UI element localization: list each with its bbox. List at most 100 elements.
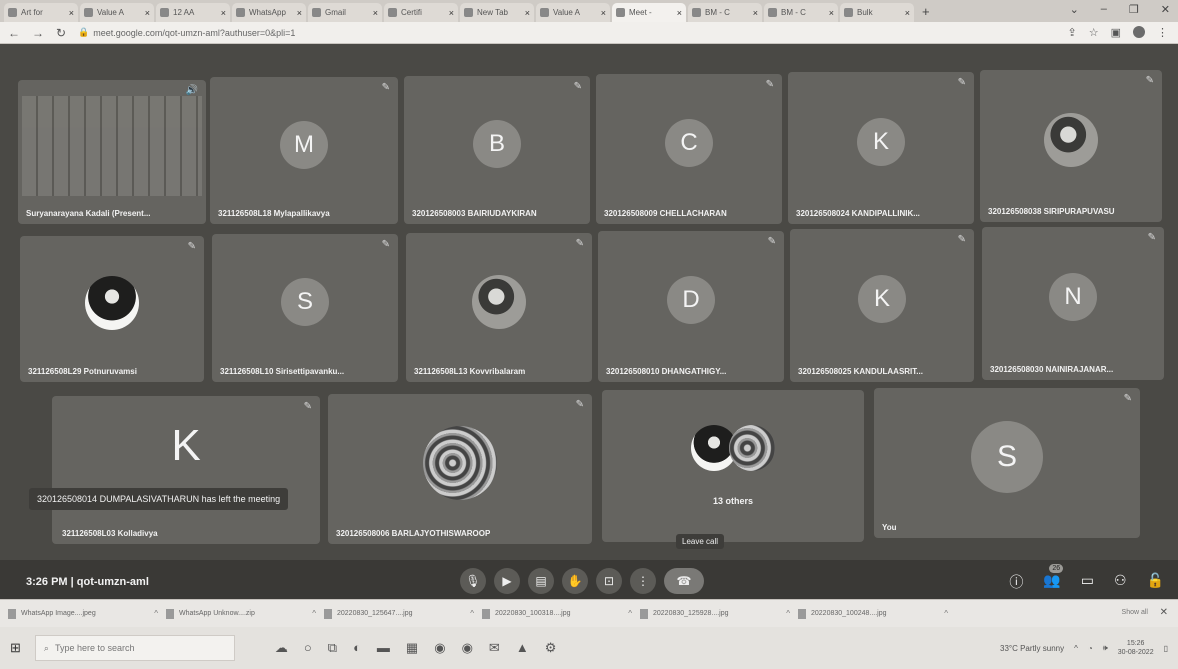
leave-call-button[interactable]: ☎ <box>664 568 704 594</box>
browser-tab[interactable]: WhatsApp × <box>232 3 306 22</box>
cortana-icon[interactable]: ○ <box>304 640 312 656</box>
participant-tile[interactable]: ✎ N 320126508030 NAINIRAJANAR... <box>982 227 1164 380</box>
chevron-up-icon[interactable]: ^ <box>786 609 790 618</box>
share-icon[interactable]: ⇪ <box>1068 26 1077 39</box>
others-tile[interactable]: 13 others <box>602 390 864 542</box>
close-icon[interactable]: × <box>905 8 910 18</box>
chevron-up-icon[interactable]: ^ <box>1074 644 1078 653</box>
lock-icon[interactable]: 🔒 <box>78 27 89 38</box>
raise-hand-button[interactable]: ✋ <box>562 568 588 594</box>
people-button[interactable]: 26 👥 <box>1043 564 1064 592</box>
show-all-downloads[interactable]: Show all <box>1122 609 1148 616</box>
participant-tile[interactable]: ✎ M 321126508L18 Mylapallikavya <box>210 77 398 224</box>
participant-tile[interactable]: ✎ K 320126508025 KANDULAASRIT... <box>790 229 974 382</box>
close-icon[interactable]: × <box>69 8 74 18</box>
chrome-icon[interactable]: ◉ <box>434 640 445 656</box>
browser-tab[interactable]: Certifi × <box>384 3 458 22</box>
captions-button[interactable]: ▤ <box>528 568 554 594</box>
participant-tile[interactable]: ✎ S 321126508L10 Sirisettipavanku... <box>212 234 398 382</box>
download-item[interactable]: 20220830_100318....jpg ^ <box>482 608 632 619</box>
windows-start-icon[interactable]: ⊞ <box>10 640 21 656</box>
presenter-tile[interactable]: 🔊 Suryanarayana Kadali (Present... <box>18 80 206 224</box>
url-field[interactable]: meet.google.com/qot-umzn-aml?authuser=0&… <box>93 28 295 38</box>
chevron-up-icon[interactable]: ^ <box>470 609 474 618</box>
kebab-menu-icon[interactable]: ⋮ <box>1157 26 1168 39</box>
network-icon[interactable]: ◔ <box>1088 644 1093 653</box>
edge-icon[interactable]: ◐ <box>353 640 361 656</box>
participant-tile[interactable]: ✎ D 320126508010 DHANGATHIGY... <box>598 231 784 382</box>
close-icon[interactable]: × <box>297 8 302 18</box>
reload-icon[interactable]: ↻ <box>56 26 66 40</box>
notification-icon[interactable]: ▯ <box>1164 644 1168 653</box>
close-icon[interactable]: × <box>753 8 758 18</box>
download-item[interactable]: WhatsApp Unknow....zip ^ <box>166 608 316 619</box>
forward-icon[interactable]: → <box>32 26 44 40</box>
widgets-icon[interactable]: ☁ <box>275 640 288 656</box>
browser-tab-active[interactable]: Meet - × <box>612 3 686 22</box>
browser-tab[interactable]: Value A × <box>80 3 154 22</box>
participant-tile[interactable]: ✎ 321126508L13 Kovvribalaram <box>406 233 592 382</box>
close-icon[interactable]: ✕ <box>1160 607 1168 618</box>
participant-tile[interactable]: ✎ 321126508L29 Potnuruvamsi <box>20 236 204 382</box>
close-window-icon[interactable]: ✕ <box>1161 3 1170 16</box>
mail-icon[interactable]: ✉ <box>489 640 500 656</box>
info-icon[interactable]: ⓘ <box>1009 572 1023 592</box>
camera-button[interactable]: ▶ <box>494 568 520 594</box>
tab-search-icon[interactable]: ⌄ <box>1070 3 1079 16</box>
activities-icon[interactable]: ⚇ <box>1114 572 1127 592</box>
browser-tab[interactable]: Value A × <box>536 3 610 22</box>
close-icon[interactable]: × <box>449 8 454 18</box>
download-item[interactable]: 20220830_125647....jpg ^ <box>324 608 474 619</box>
chat-icon[interactable]: ▭ <box>1081 572 1094 592</box>
weather-widget[interactable]: 33°C Partly sunny <box>1000 644 1064 653</box>
back-icon[interactable]: ← <box>8 26 20 40</box>
maximize-icon[interactable]: ❐ <box>1129 3 1139 16</box>
self-tile[interactable]: ✎ S You <box>874 388 1140 538</box>
volume-icon[interactable]: 🕪 <box>1103 643 1108 653</box>
chrome-icon[interactable]: ◉ <box>462 640 473 656</box>
chevron-up-icon[interactable]: ^ <box>944 609 948 618</box>
close-icon[interactable]: × <box>525 8 530 18</box>
browser-tab[interactable]: New Tab × <box>460 3 534 22</box>
download-item[interactable]: WhatsApp Image....jpeg ^ <box>8 608 158 619</box>
chevron-up-icon[interactable]: ^ <box>154 609 158 618</box>
participant-tile[interactable]: ✎ K 321126508L03 Kolladivya <box>52 396 320 544</box>
participant-tile[interactable]: ✎ 320126508006 BARLAJYOTHISWAROOP <box>328 394 592 544</box>
browser-tab[interactable]: BM - C × <box>688 3 762 22</box>
close-icon[interactable]: × <box>373 8 378 18</box>
bookmark-star-icon[interactable]: ☆ <box>1089 26 1099 39</box>
taskbar-clock[interactable]: 15:26 30-08-2022 <box>1118 639 1154 657</box>
taskbar-search[interactable]: ⌕ Type here to search <box>34 635 235 661</box>
task-view-icon[interactable]: ⧉ <box>328 640 337 656</box>
browser-tab[interactable]: Bulk × <box>840 3 914 22</box>
close-icon[interactable]: × <box>829 8 834 18</box>
participant-tile[interactable]: ✎ K 320126508024 KANDIPALLINIK... <box>788 72 974 224</box>
close-icon[interactable]: × <box>601 8 606 18</box>
browser-tab[interactable]: BM - C × <box>764 3 838 22</box>
chevron-up-icon[interactable]: ^ <box>312 609 316 618</box>
participant-tile[interactable]: ✎ 320126508038 SIRIPURAPUVASU <box>980 70 1162 222</box>
more-options-button[interactable]: ⋮ <box>630 568 656 594</box>
close-icon[interactable]: × <box>221 8 226 18</box>
chevron-up-icon[interactable]: ^ <box>628 609 632 618</box>
close-icon[interactable]: × <box>145 8 150 18</box>
present-button[interactable]: ⊡ <box>596 568 622 594</box>
host-controls-icon[interactable]: 🔓 <box>1147 572 1164 592</box>
minimize-icon[interactable]: – <box>1101 3 1107 16</box>
store-icon[interactable]: ▦ <box>406 640 418 656</box>
photos-icon[interactable]: ▲ <box>516 640 529 656</box>
browser-tab[interactable]: Art for × <box>4 3 78 22</box>
browser-tab[interactable]: Gmail × <box>308 3 382 22</box>
browser-tab[interactable]: 12 AA × <box>156 3 230 22</box>
profile-avatar[interactable] <box>1133 26 1145 38</box>
close-icon[interactable]: × <box>677 8 682 18</box>
participant-tile[interactable]: ✎ C 320126508009 CHELLACHARAN <box>596 74 782 224</box>
download-item[interactable]: 20220830_125928....jpg ^ <box>640 608 790 619</box>
side-panel-icon[interactable]: ▣ <box>1111 26 1121 39</box>
file-explorer-icon[interactable]: ▬ <box>377 640 390 656</box>
download-item[interactable]: 20220830_100248....jpg ^ <box>798 608 948 619</box>
participant-tile[interactable]: ✎ B 320126508003 BAIRIUDAYKIRAN <box>404 76 590 224</box>
new-tab-button[interactable]: + <box>922 4 930 19</box>
settings-icon[interactable]: ⚙ <box>545 640 557 656</box>
microphone-button[interactable]: 🎙 <box>460 568 486 594</box>
